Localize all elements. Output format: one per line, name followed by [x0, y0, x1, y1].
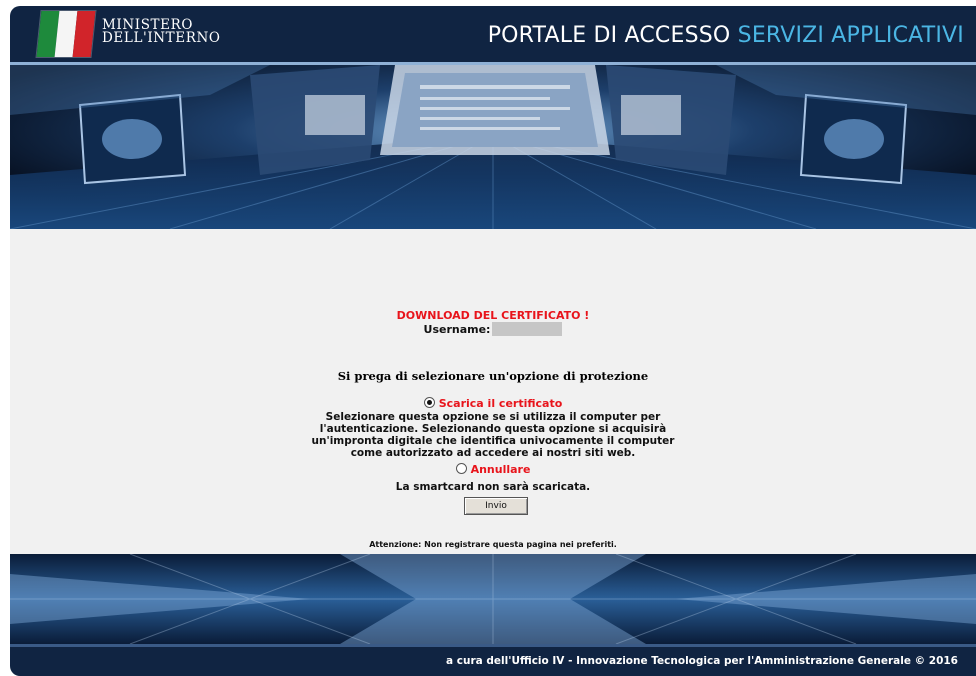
ministry-logo-text: MINISTERO DELL'INTERNO [102, 18, 221, 46]
bottom-banner-image [10, 554, 976, 644]
ministry-line-2: DELL'INTERNO [102, 30, 221, 46]
radio-download-certificate[interactable] [423, 397, 435, 408]
submit-button[interactable]: Invio [464, 497, 528, 515]
option-cancel: Annullare [10, 463, 976, 476]
description-line: un'impronta digitale che identifica univ… [311, 435, 675, 447]
footer-divider [10, 644, 976, 647]
top-banner-image [10, 65, 976, 229]
download-title: DOWNLOAD DEL CERTIFICATO ! [396, 309, 590, 322]
main-content: DOWNLOAD DEL CERTIFICATO ! Username: Si … [10, 229, 976, 554]
description-line: come autorizzato ad accedere ai nostri s… [350, 447, 636, 459]
option-cancel-label: Annullare [470, 463, 531, 476]
header-bar: MINISTERO DELL'INTERNO PORTALE DI ACCESS… [10, 6, 976, 62]
username-label: Username: [423, 323, 491, 336]
italian-flag-icon [35, 10, 97, 58]
portal-title-accent: SERVIZI APPLICATIVI [737, 23, 964, 48]
option-download: Scarica il certificato [10, 397, 976, 410]
option-cancel-description: La smartcard non sarà scaricata. [395, 481, 591, 493]
username-value-redacted [492, 322, 563, 336]
footer-credits: a cura dell'Ufficio IV - Innovazione Tec… [446, 655, 958, 667]
description-line: l'autenticazione. Selezionando questa op… [319, 423, 667, 435]
portal-title-main: PORTALE DI ACCESSO [487, 23, 731, 48]
page-frame: MINISTERO DELL'INTERNO PORTALE DI ACCESS… [10, 6, 976, 676]
username-row: Username: [10, 322, 976, 336]
option-download-description: Selezionare questa opzione se si utilizz… [10, 411, 976, 459]
description-line: Selezionare questa opzione se si utilizz… [325, 411, 661, 423]
protection-prompt: Si prega di selezionare un'opzione di pr… [337, 369, 649, 383]
footer-bar: a cura dell'Ufficio IV - Innovazione Tec… [10, 644, 976, 676]
option-download-label: Scarica il certificato [438, 397, 563, 410]
radio-cancel[interactable] [455, 463, 467, 474]
attention-note: Attenzione: Non registrare questa pagina… [369, 540, 617, 549]
portal-title: PORTALE DI ACCESSO SERVIZI APPLICATIVI [488, 23, 964, 48]
